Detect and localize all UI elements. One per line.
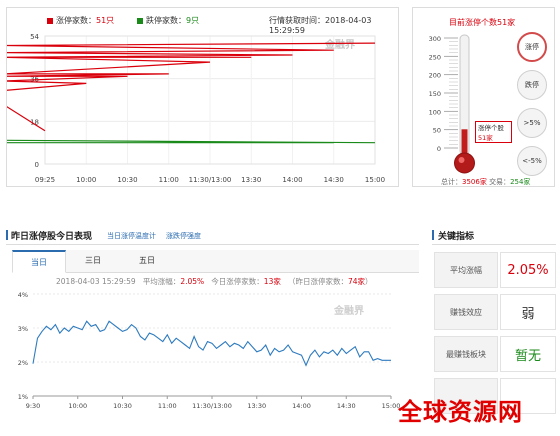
kpi-title-accent — [432, 230, 434, 240]
limit-count-chart-panel: 涨停家数：51只 跌停家数：9只 行情获取时间：2018-04-03 15:29… — [6, 7, 399, 187]
site-watermark: 全球资源网 — [398, 398, 523, 426]
performance-header: 昨日涨停股今日表现 当日涨停温度计 涨跌停强度 — [6, 228, 419, 245]
total-label: 总计： — [441, 178, 462, 186]
trading-label: 交易： — [489, 178, 511, 186]
kpi-title: 关键指标 — [438, 232, 475, 242]
x-tick-label: 14:00 — [292, 402, 311, 410]
tab-five-day[interactable]: 五日 — [120, 250, 174, 272]
info-today-label: 今日涨停家数： — [211, 277, 264, 286]
scale-label: 100 — [429, 108, 441, 116]
kpi-label: 平均涨幅 — [434, 252, 498, 288]
y-tick-label: 54 — [30, 33, 39, 41]
kpi-row-avg: 平均涨幅 2.05% — [434, 252, 556, 288]
info-yday-close: ） — [365, 277, 373, 286]
legend-down-count: 9只 — [186, 16, 200, 25]
y-tick-label: 4% — [18, 291, 28, 299]
kpi-label: 最赚钱板块 — [434, 336, 498, 372]
trading-value: 254家 — [510, 178, 531, 186]
loss-over-5-button[interactable]: <-5% — [517, 146, 547, 176]
x-tick-label: 14:30 — [337, 402, 356, 410]
y-tick-label: 2% — [18, 359, 28, 367]
y-tick-label: 3% — [18, 325, 28, 333]
series-line — [7, 139, 376, 144]
thermometer-footer: 总计：3506家 交易：254家 — [441, 177, 530, 187]
x-tick-label: 10:30 — [117, 176, 137, 184]
total-value: 3506家 — [462, 178, 487, 186]
info-avg-label: 平均涨幅： — [142, 277, 181, 286]
thermometer-panel: 目前涨停个数51家 300 250 200 150 100 50 0 涨停个股 51家 总计… — [412, 7, 555, 187]
limit-up-button[interactable]: 涨停 — [517, 32, 547, 62]
scale-label: 200 — [429, 72, 441, 80]
chart-watermark: 金融界 — [333, 304, 364, 317]
scale-label: 0 — [437, 145, 441, 153]
legend-up-count: 51只 — [96, 16, 115, 25]
performance-line-chart: 4% 3% 2% 1%9:30 10:00 10:30 11:00 11:30/13:00 13… — [18, 291, 401, 410]
scale-label: 250 — [429, 53, 441, 61]
info-avg-value: 2.05% — [180, 277, 205, 286]
info-yday-label: （昨日涨停家数： — [288, 277, 348, 286]
kpi-row-sector: 最赚钱板块 暂无 — [434, 336, 556, 372]
x-tick-label: 11:30/13:00 — [192, 402, 232, 410]
chart-watermark: 金融界 — [324, 38, 355, 51]
performance-title: 昨日涨停股今日表现 — [11, 232, 93, 242]
x-tick-label: 14:30 — [324, 176, 344, 184]
kpi-value: 暂无 — [500, 336, 556, 372]
x-tick-label: 11:00 — [158, 402, 177, 410]
scale-label: 300 — [429, 35, 441, 43]
strength-link[interactable]: 涨跌停强度 — [166, 231, 201, 241]
legend-up: 涨停家数：51只 — [47, 15, 114, 26]
legend-up-swatch — [47, 17, 53, 24]
x-tick-label: 11:30/13:00 — [189, 176, 232, 184]
y-tick-label: 0 — [35, 161, 39, 169]
legend-down-label: 跌停家数： — [146, 16, 186, 25]
x-tick-label: 10:30 — [113, 402, 132, 410]
thermometer-bulb — [454, 152, 475, 174]
kpi-value: 2.05% — [500, 252, 556, 288]
series-line — [7, 42, 376, 132]
thermometer-tooltip: 涨停个股 51家 — [475, 121, 512, 143]
thermometer-link[interactable]: 当日涨停温度计 — [107, 231, 156, 241]
x-tick-label: 13:30 — [247, 402, 266, 410]
info-time: 2018-04-03 15:29:59 — [56, 277, 136, 286]
legend-down-swatch — [137, 17, 143, 24]
x-tick-label: 13:30 — [241, 176, 261, 184]
kpi-label: 赚钱效应 — [434, 294, 498, 330]
x-tick-label: 9:30 — [26, 402, 41, 410]
thermometer-title: 目前涨停个数51家 — [449, 18, 516, 27]
kpi-row-effect: 赚钱效应 弱 — [434, 294, 556, 330]
limit-count-line-chart: 543618009:25 10:00 10:30 11:00 11:30/13:00 13… — [7, 33, 385, 184]
legend-up-label: 涨停家数： — [56, 16, 96, 25]
scale-label: 150 — [429, 90, 441, 98]
legend-down: 跌停家数：9只 — [137, 15, 199, 26]
x-tick-label: 09:25 — [35, 176, 55, 184]
x-tick-label: 15:00 — [365, 176, 385, 184]
x-tick-label: 10:00 — [68, 402, 87, 410]
kpi-value: 弱 — [500, 294, 556, 330]
info-today-value: 13家 — [263, 277, 281, 286]
tab-today[interactable]: 当日 — [12, 250, 66, 273]
x-tick-label: 10:00 — [76, 176, 96, 184]
thermometer-fill — [461, 129, 468, 156]
gain-over-5-button[interactable]: >5% — [517, 108, 547, 138]
performance-tabs: 当日 三日 五日 — [12, 250, 419, 273]
x-tick-label: 11:00 — [159, 176, 179, 184]
thermometer: 300 250 200 150 100 50 0 — [429, 34, 475, 174]
performance-panel: 昨日涨停股今日表现 当日涨停温度计 涨跌停强度 当日 三日 五日 2018-04… — [6, 228, 419, 436]
limit-down-button[interactable]: 跌停 — [517, 70, 547, 100]
tooltip-line1: 涨停个股 — [478, 124, 504, 132]
kpi-header: 关键指标 — [432, 228, 556, 245]
tooltip-line2: 51家 — [478, 134, 493, 142]
y-tick-label: 1% — [18, 393, 28, 401]
tab-three-day[interactable]: 三日 — [66, 250, 120, 272]
info-yday-value: 74家 — [348, 277, 366, 286]
scale-label: 50 — [433, 127, 441, 135]
title-accent — [6, 230, 8, 240]
thermometer-bulb-shine — [458, 157, 465, 163]
x-tick-label: 14:00 — [282, 176, 302, 184]
